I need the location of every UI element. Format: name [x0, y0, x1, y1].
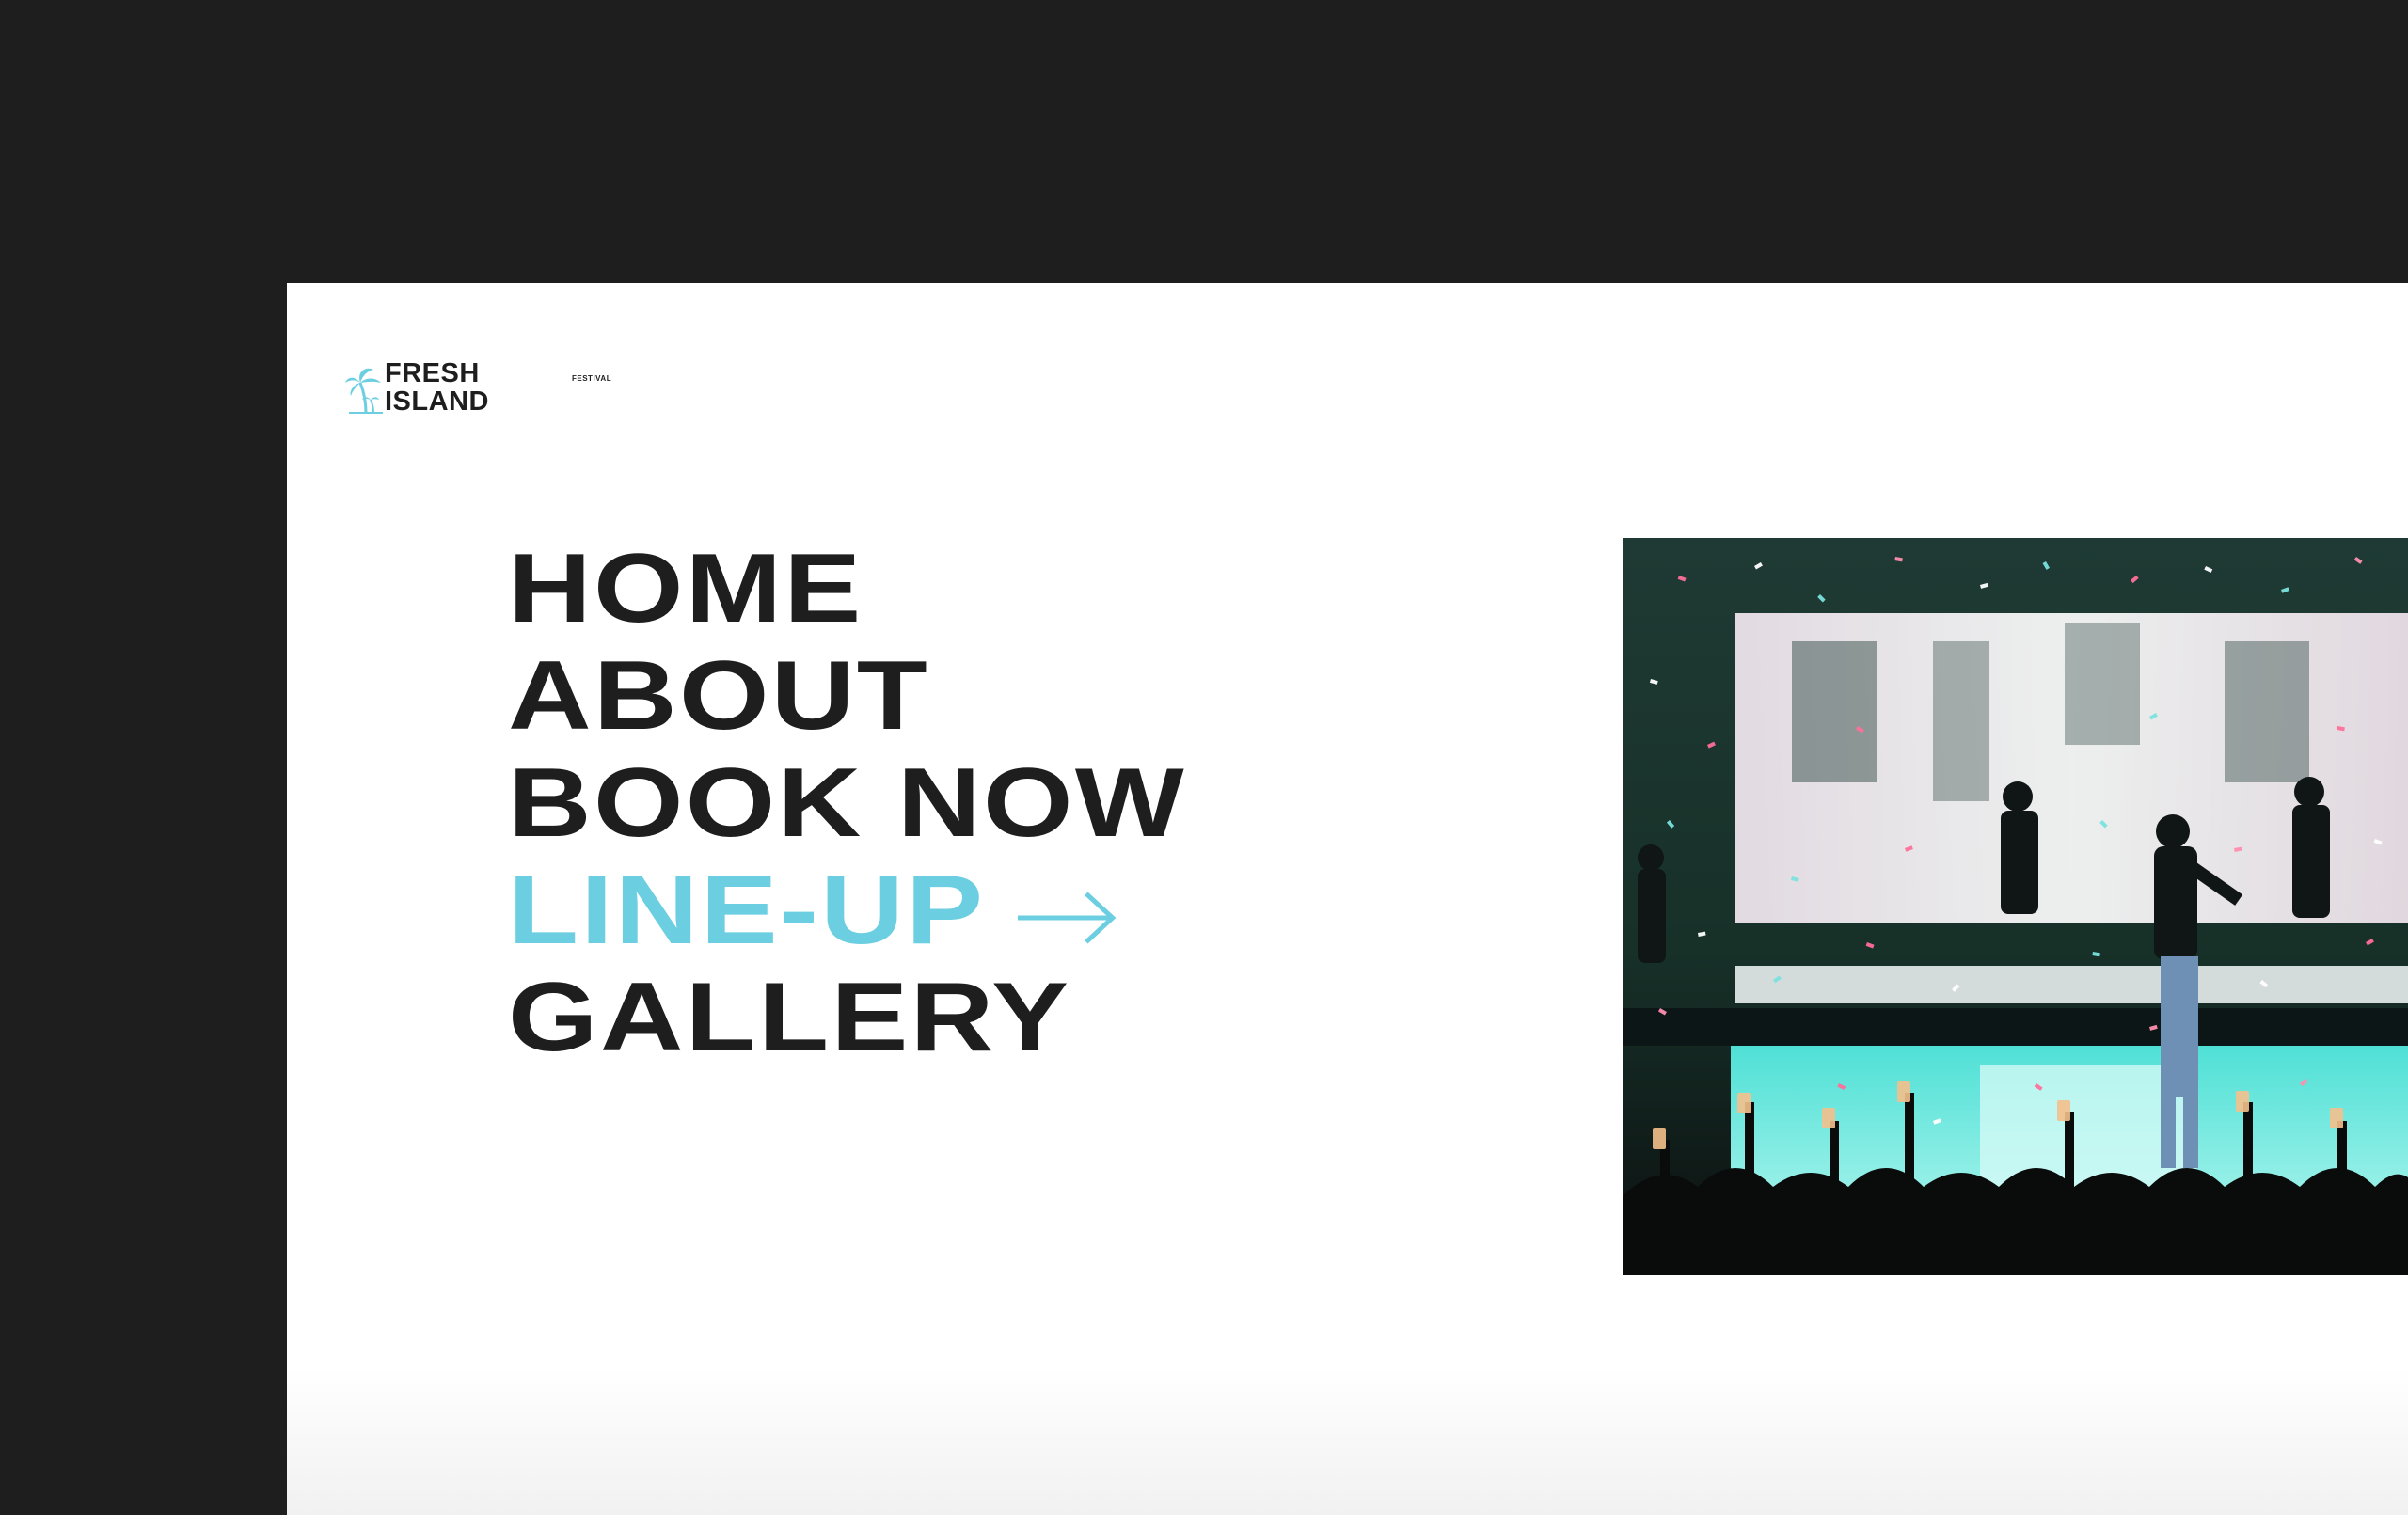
- concert-stage-photo: [1623, 538, 2408, 1275]
- concert-stage-image: [1623, 538, 2408, 1275]
- menu-item-label: LINE-UP: [508, 856, 986, 965]
- menu-item-gallery[interactable]: GALLERY: [508, 964, 1186, 1071]
- menu-item-label: HOME: [508, 534, 863, 643]
- menu-item-about[interactable]: ABOUT: [508, 642, 1186, 750]
- menu-item-line-up[interactable]: LINE-UP: [508, 857, 1186, 964]
- logo-tagline: FESTIVAL: [572, 374, 612, 383]
- menu-item-label: GALLERY: [508, 963, 1071, 1072]
- menu-item-label: BOOK NOW: [508, 749, 1187, 858]
- fresh-island-logo[interactable]: FRESH ISLAND FESTIVAL: [345, 358, 611, 417]
- menu-item-home[interactable]: HOME: [508, 535, 1186, 642]
- logo-line-fresh: FRESH: [385, 358, 480, 388]
- arrow-right-icon: [1017, 891, 1117, 944]
- main-navigation-menu: HOME ABOUT BOOK NOW LINE-UP GALLERY: [508, 535, 1184, 1071]
- menu-item-label: ABOUT: [508, 641, 930, 750]
- logo-line-island: ISLAND: [385, 387, 489, 417]
- palm-tree-icon: [345, 368, 383, 414]
- menu-item-book-now[interactable]: BOOK NOW: [508, 750, 1186, 857]
- menu-overlay-page: FRESH ISLAND FESTIVAL HOME ABOUT BOOK NO…: [287, 283, 2408, 1515]
